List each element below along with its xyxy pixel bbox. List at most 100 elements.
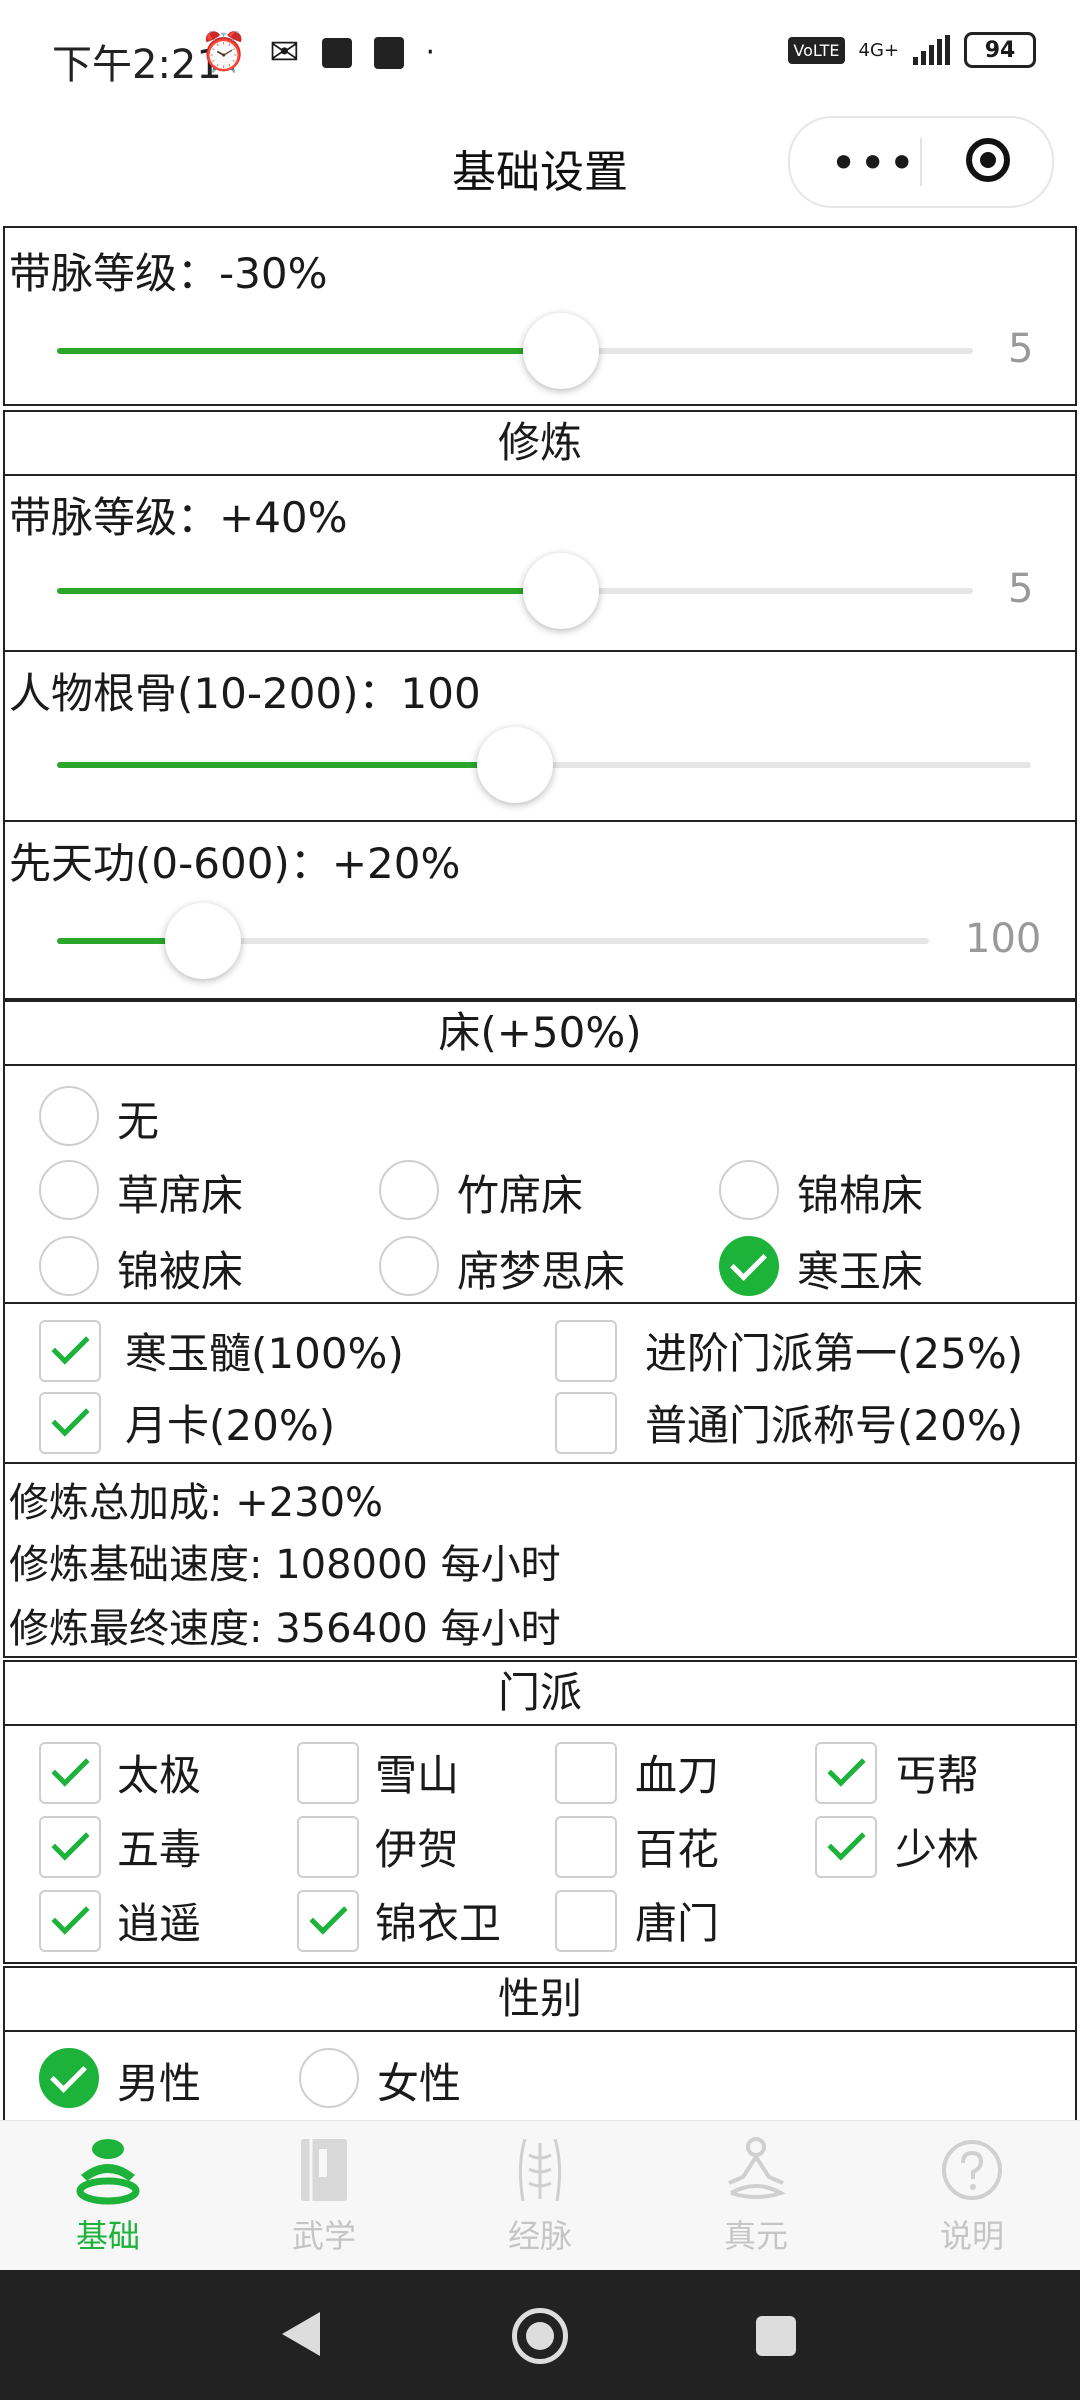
miniprogram-capsule: ••• [788,116,1054,208]
status-notification-icons: ⏰ ✉ · [200,30,435,75]
bonus-label-sect-first[interactable]: 进阶门派第一(25%) [645,1320,1023,1381]
gender-radio-male[interactable] [39,2048,99,2108]
sect-label-taiji[interactable]: 太极 [117,1742,201,1803]
status-right: VoLTE 4G+ 94 [788,32,1036,68]
sect-checkbox-xueshan[interactable] [297,1742,359,1804]
status-bar: 下午2:21 ⏰ ✉ · VoLTE 4G+ 94 [0,0,1080,108]
cultivation-slider1-fill [57,588,561,594]
battery-icon: 94 [964,32,1036,68]
cultivation-slider2-track[interactable] [57,727,1031,803]
bed-radio-simmons[interactable] [379,1236,439,1296]
summary-panel: 修炼总加成: +230% 修炼基础速度: 108000 每小时 修炼最终速度: … [3,1462,1077,1658]
tab-help[interactable]: 说明 [902,2135,1042,2257]
top-slider-value: 5 [1008,326,1034,372]
sect-label-xuedao[interactable]: 血刀 [635,1742,719,1803]
more-icon[interactable]: ••• [830,136,917,190]
bed-label-bamboo[interactable]: 竹席床 [457,1162,583,1223]
bonus-checkbox-jade-marrow[interactable] [39,1320,101,1382]
sect-label-wudu[interactable]: 五毒 [117,1816,201,1877]
bonus-checkbox-month-card[interactable] [39,1392,101,1454]
bed-label-simmons[interactable]: 席梦思床 [457,1238,625,1299]
bed-label-jade[interactable]: 寒玉床 [797,1238,923,1299]
sect-checkbox-taiji[interactable] [39,1742,101,1804]
book-icon [289,2135,359,2205]
tab-meridian[interactable]: 经脉 [470,2135,610,2257]
tab-zhenyuan[interactable]: 真元 [686,2135,826,2257]
sect-checkbox-xiaoyao[interactable] [39,1890,101,1952]
sect-checkbox-iga[interactable] [297,1816,359,1878]
back-icon[interactable] [282,2312,320,2356]
tab-basic[interactable]: 基础 [38,2135,178,2257]
cultivation-slider3-label: 先天功(0-600)：+20% [9,839,461,888]
sect-checkbox-tangmen[interactable] [555,1890,617,1952]
sect-label-xiaoyao[interactable]: 逍遥 [117,1890,201,1951]
bonus-label-month-card[interactable]: 月卡(20%) [125,1392,335,1453]
sect-checkbox-shaolin[interactable] [815,1816,877,1878]
sect-checkbox-xuedao[interactable] [555,1742,617,1804]
status-time: 下午2:21 [52,42,222,88]
tab-zhenyuan-label: 真元 [723,2217,788,2255]
home-icon[interactable] [512,2308,568,2364]
cultivation-slider1-value: 5 [1008,566,1034,612]
hat-icon [73,2135,143,2205]
cultivation-slider3-thumb[interactable] [164,903,241,979]
sect-checkbox-gaibang[interactable] [815,1742,877,1804]
note-icon [321,37,352,68]
gender-radio-female[interactable] [299,2048,359,2108]
close-target-icon[interactable] [966,138,1010,182]
cultivation-slider2-label: 人物根骨(10-200)：100 [9,669,481,718]
bed-label-cotton[interactable]: 锦棉床 [797,1162,923,1223]
recents-icon[interactable] [756,2316,796,2356]
top-slider-label: 带脉等级：-30% [9,249,328,298]
shop-icon [373,36,404,69]
bed-header: 床(+50%) [3,1000,1077,1066]
sect-checkbox-baihua[interactable] [555,1816,617,1878]
bed-radio-none[interactable] [39,1086,99,1146]
bed-radio-cotton[interactable] [719,1160,779,1220]
bed-options-panel: 无 草席床 竹席床 锦棉床 锦被床 席梦思床 寒玉床 [3,1064,1077,1304]
bonus-checkbox-sect-first[interactable] [555,1320,617,1382]
top-slider-thumb[interactable] [522,313,599,389]
cultivation-slider1-track[interactable] [57,553,973,629]
bonus-label-jade-marrow[interactable]: 寒玉髓(100%) [125,1320,404,1381]
bonus-label-sect-title[interactable]: 普通门派称号(20%) [645,1392,1023,1453]
top-slider-panel: 带脉等级：-30% 5 [3,226,1077,406]
bed-label-none[interactable]: 无 [117,1088,159,1149]
gender-label-female[interactable]: 女性 [377,2050,461,2111]
sect-checkbox-jinyiwei[interactable] [297,1890,359,1952]
bonus-checkbox-sect-title[interactable] [555,1392,617,1454]
bed-radio-bamboo[interactable] [379,1160,439,1220]
sect-label-gaibang[interactable]: 丐帮 [895,1742,979,1803]
network-label: 4G+ [858,39,899,61]
tab-help-label: 说明 [939,2217,1004,2255]
bed-label-straw[interactable]: 草席床 [117,1162,243,1223]
top-slider-track[interactable] [57,313,973,389]
cultivation-slider3-track[interactable] [57,903,929,979]
bed-radio-quilt[interactable] [39,1236,99,1296]
meridian-icon [505,2135,575,2205]
system-nav-bar [0,2270,1080,2400]
sect-checkbox-wudu[interactable] [39,1816,101,1878]
tab-meridian-label: 经脉 [507,2217,572,2255]
sect-label-xueshan[interactable]: 雪山 [375,1742,459,1803]
tab-martial[interactable]: 武学 [254,2135,394,2257]
gender-label-male[interactable]: 男性 [117,2050,201,2111]
cultivation-slider2-thumb[interactable] [476,727,553,803]
gender-header: 性别 [3,1966,1077,2032]
bonus-panel: 寒玉髓(100%) 进阶门派第一(25%) 月卡(20%) 普通门派称号(20%… [3,1302,1077,1464]
settings-scroll-area[interactable]: 带脉等级：-30% 5 修炼 带脉等级：+40% 5 人物根骨(10-200)：… [0,226,1080,2120]
sect-label-shaolin[interactable]: 少林 [895,1816,979,1877]
cultivation-slider1-label: 带脉等级：+40% [9,493,348,542]
title-bar: 基础设置 ••• [0,108,1080,228]
bed-radio-straw[interactable] [39,1160,99,1220]
summary-total: 修炼总加成: +230% [9,1480,384,1526]
sect-label-jinyiwei[interactable]: 锦衣卫 [375,1890,501,1951]
bed-radio-jade[interactable] [719,1236,779,1296]
summary-base-speed: 修炼基础速度: 108000 每小时 [9,1542,561,1588]
bed-label-quilt[interactable]: 锦被床 [117,1238,243,1299]
sect-label-iga[interactable]: 伊贺 [375,1816,459,1877]
cultivation-slider1-thumb[interactable] [522,553,599,629]
sect-label-tangmen[interactable]: 唐门 [635,1890,719,1951]
sect-label-baihua[interactable]: 百花 [635,1816,719,1877]
volte-icon: VoLTE [788,36,845,64]
